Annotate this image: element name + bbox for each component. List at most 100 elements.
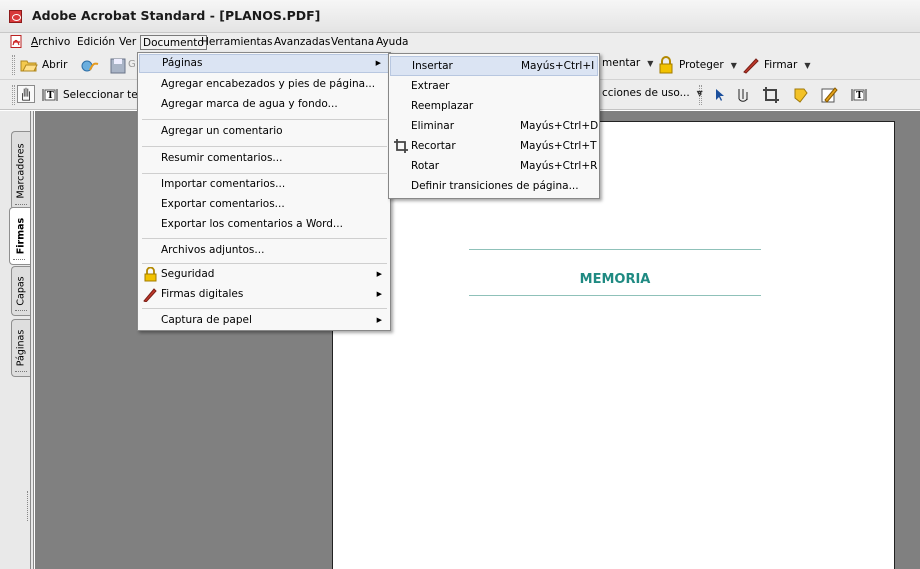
submenu-item-insertar[interactable]: Insertar Mayús+Ctrl+I — [390, 56, 598, 76]
menu-herramientas[interactable]: Herramientas — [199, 35, 275, 50]
save-icon[interactable] — [109, 57, 127, 75]
touchup-text-icon[interactable] — [735, 86, 753, 104]
menu-item-seguridad[interactable]: Seguridad ▶ — [139, 265, 389, 284]
menu-separator — [142, 173, 387, 174]
share-icon[interactable] — [81, 57, 99, 75]
submenu-item-eliminar[interactable]: Eliminar Mayús+Ctrl+D — [390, 116, 598, 136]
submenu-item-label: Eliminar — [411, 120, 455, 132]
pane-resize-handle[interactable] — [27, 491, 33, 521]
menu-item-label: Captura de papel — [161, 314, 252, 326]
menu-edicion[interactable]: Edición — [75, 35, 117, 50]
menu-item-label: Agregar un comentario — [161, 125, 283, 137]
document-heading: MEMORIA — [579, 272, 651, 287]
select-arrow-icon[interactable] — [710, 86, 728, 104]
text-field-icon[interactable]: T — [850, 86, 868, 104]
acrobat-logo-icon — [9, 10, 22, 23]
crop-tool-icon[interactable] — [762, 86, 780, 104]
select-text-label: Seleccionar te — [63, 89, 138, 101]
menu-item-label: Exportar los comentarios a Word... — [161, 218, 343, 230]
print-icon-partial[interactable]: G — [128, 59, 136, 70]
submenu-arrow-icon: ▶ — [376, 316, 382, 324]
paginas-submenu: Insertar Mayús+Ctrl+I Extraer Reemplazar… — [388, 53, 600, 199]
menu-separator — [142, 238, 387, 239]
submenu-item-shortcut: Mayús+Ctrl+R — [520, 160, 598, 172]
menu-item-label: Resumir comentarios... — [161, 152, 283, 164]
toolbar-grip[interactable] — [12, 55, 15, 75]
pdf-document-icon[interactable] — [10, 35, 23, 48]
sign-label: Firmar — [764, 59, 798, 71]
submenu-item-shortcut: Mayús+Ctrl+D — [520, 120, 599, 132]
usage-rights-button[interactable]: cciones de uso... ▼ — [602, 87, 703, 99]
tab-grip — [15, 371, 27, 374]
menu-separator — [142, 119, 387, 120]
menu-item-label: Páginas — [162, 57, 203, 69]
menu-ventana[interactable]: Ventana — [329, 35, 376, 50]
submenu-item-recortar[interactable]: Recortar Mayús+Ctrl+T — [390, 136, 598, 156]
submenu-item-label: Extraer — [411, 80, 450, 92]
heading-rule-bottom — [469, 295, 761, 296]
tab-paginas[interactable]: Páginas — [11, 319, 30, 377]
comment-label: mentar — [602, 57, 641, 69]
protect-button[interactable]: Proteger ▼ — [657, 56, 737, 74]
menu-item-resumir-comentarios[interactable]: Resumir comentarios... — [139, 149, 389, 168]
comment-dropdown-icon[interactable]: ▼ — [647, 59, 653, 68]
menu-item-captura-papel[interactable]: Captura de papel ▶ — [139, 311, 389, 330]
open-button[interactable]: Abrir — [20, 56, 67, 74]
select-text-button[interactable]: T Seleccionar te — [41, 86, 138, 104]
menu-item-archivos-adjuntos[interactable]: Archivos adjuntos... — [139, 241, 389, 260]
tab-capas-label: Capas — [15, 276, 27, 306]
pen-icon — [143, 288, 157, 302]
tab-capas[interactable]: Capas — [11, 266, 30, 316]
menu-item-encabezados[interactable]: Agregar encabezados y pies de página... — [139, 75, 389, 94]
menu-ver[interactable]: Ver — [117, 35, 138, 50]
tab-marcadores-label: Marcadores — [15, 142, 27, 199]
toolbar-grip[interactable] — [699, 85, 702, 105]
menu-item-paginas[interactable]: Páginas ▶ — [139, 54, 389, 73]
toolbar-grip[interactable] — [12, 85, 15, 105]
menu-item-label: Agregar marca de agua y fondo... — [161, 98, 338, 110]
protect-dropdown-icon[interactable]: ▼ — [731, 61, 737, 70]
menu-item-label: Importar comentarios... — [161, 178, 286, 190]
protect-label: Proteger — [679, 59, 724, 71]
crop-icon — [394, 139, 408, 153]
menu-ayuda[interactable]: Ayuda — [374, 35, 410, 50]
window-title: Adobe Acrobat Standard - [PLANOS.PDF] — [32, 8, 321, 23]
submenu-arrow-icon: ▶ — [376, 290, 382, 298]
menu-item-label: Firmas digitales — [161, 288, 244, 300]
menu-separator — [142, 308, 387, 309]
menu-documento[interactable]: Documento — [140, 35, 207, 50]
submenu-item-rotar[interactable]: Rotar Mayús+Ctrl+R — [390, 156, 598, 176]
tab-grip — [13, 259, 25, 262]
menu-archivo[interactable]: Archivo — [29, 35, 72, 50]
edit-object-icon[interactable] — [820, 86, 838, 104]
menu-item-importar-comentarios[interactable]: Importar comentarios... — [139, 175, 389, 194]
sign-button[interactable]: Firmar ▼ — [742, 56, 810, 74]
menu-item-firmas-digitales[interactable]: Firmas digitales ▶ — [139, 285, 389, 304]
sign-dropdown-icon[interactable]: ▼ — [804, 61, 810, 70]
menu-item-label: Archivos adjuntos... — [161, 244, 265, 256]
tab-firmas[interactable]: Firmas — [9, 207, 31, 265]
submenu-item-label: Insertar — [412, 60, 453, 72]
note-tool-icon[interactable] — [792, 86, 810, 104]
text-select-icon: T — [42, 89, 58, 101]
menu-avanzadas[interactable]: Avanzadas — [272, 35, 332, 50]
comment-button[interactable]: mentar ▼ — [602, 57, 653, 69]
pen-icon — [743, 58, 759, 74]
submenu-item-extraer[interactable]: Extraer — [390, 76, 598, 96]
submenu-item-reemplazar[interactable]: Reemplazar — [390, 96, 598, 116]
svg-text:T: T — [47, 91, 54, 101]
hand-tool-icon[interactable] — [17, 85, 35, 103]
menu-separator — [142, 146, 387, 147]
menu-item-marca-agua[interactable]: Agregar marca de agua y fondo... — [139, 95, 389, 114]
submenu-item-transiciones[interactable]: Definir transiciones de página... — [390, 176, 598, 196]
tab-marcadores[interactable]: Marcadores — [11, 131, 30, 210]
menu-separator — [142, 263, 387, 264]
menu-item-exportar-word[interactable]: Exportar los comentarios a Word... — [139, 215, 389, 234]
usage-rights-label: cciones de uso... — [602, 87, 690, 99]
navigation-pane: Marcadores Firmas Capas Páginas — [0, 111, 34, 569]
menu-item-exportar-comentarios[interactable]: Exportar comentarios... — [139, 195, 389, 214]
submenu-arrow-icon: ▶ — [375, 59, 381, 67]
documento-menu: Páginas ▶ Agregar encabezados y pies de … — [137, 52, 391, 331]
lock-icon — [659, 56, 673, 74]
menu-item-agregar-comentario[interactable]: Agregar un comentario — [139, 122, 389, 141]
